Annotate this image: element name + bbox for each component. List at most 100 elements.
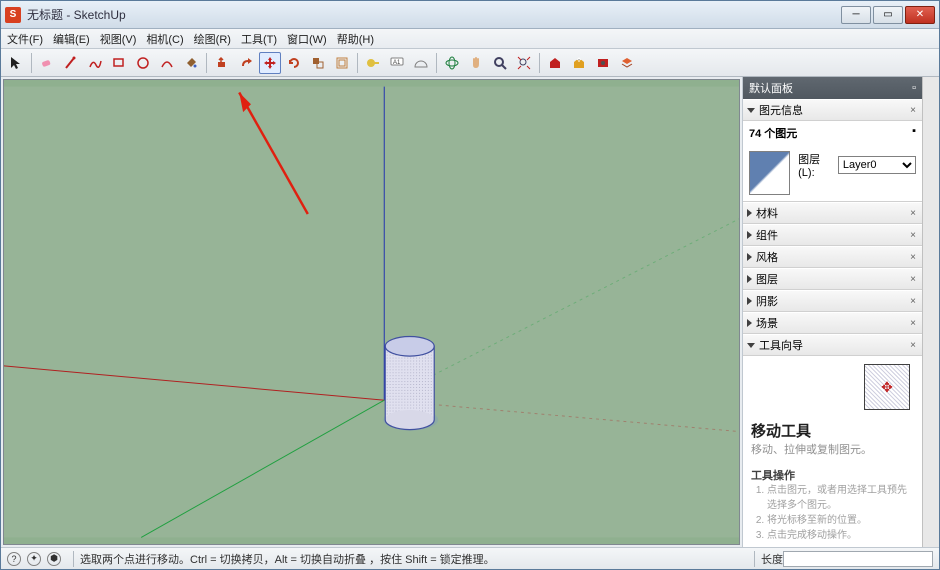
instructor-label: 工具向导 — [759, 337, 803, 353]
warehouse-tool[interactable] — [544, 52, 566, 74]
viewport-canvas — [4, 80, 739, 544]
zoom-tool[interactable] — [489, 52, 511, 74]
toolbar-separator — [436, 53, 437, 73]
section-close-icon[interactable]: × — [908, 318, 918, 329]
tray-title-text: 默认面板 — [749, 80, 793, 96]
select-tool[interactable] — [5, 52, 27, 74]
status-right: 长度 — [748, 551, 933, 567]
scale-tool[interactable] — [307, 52, 329, 74]
instructor-thumbnail — [864, 364, 910, 410]
scenes-header[interactable]: 图层 × — [743, 268, 922, 290]
status-user-icon[interactable]: ✦ — [27, 552, 41, 566]
menubar: 文件(F) 编辑(E) 视图(V) 相机(C) 绘图(R) 工具(T) 窗口(W… — [1, 29, 939, 49]
ext-warehouse-tool[interactable] — [592, 52, 614, 74]
tray-title[interactable]: 默认面板 ▫ — [743, 77, 922, 99]
maximize-button[interactable]: ▭ — [873, 6, 903, 24]
menu-tools[interactable]: 工具(T) — [241, 31, 277, 47]
line-tool[interactable] — [60, 52, 82, 74]
toolbar-separator — [31, 53, 32, 73]
section-close-icon[interactable]: × — [908, 252, 918, 263]
instructor-op: 点击图元，或者用选择工具预先选择多个图元。 — [767, 483, 914, 513]
app-icon: S — [5, 7, 21, 23]
circle-tool[interactable] — [132, 52, 154, 74]
materials-header[interactable]: 材料× — [743, 202, 922, 224]
fog-header[interactable]: 场景 × — [743, 312, 922, 334]
toolbar-separator — [206, 53, 207, 73]
styles-header[interactable]: 风格 × — [743, 246, 922, 268]
section-close-icon[interactable]: × — [908, 340, 918, 351]
menu-view[interactable]: 视图(V) — [100, 31, 137, 47]
components-header[interactable]: 组件 × — [743, 224, 922, 246]
scenes-label: 图层 — [756, 271, 778, 287]
section-close-icon[interactable]: × — [908, 208, 918, 219]
instructor-panel: 移动工具 移动、拉伸或复制图元。 工具操作 点击图元，或者用选择工具预先选择多个… — [743, 356, 922, 547]
share-tool[interactable] — [568, 52, 590, 74]
eraser-tool[interactable] — [36, 52, 58, 74]
instructor-header[interactable]: 工具向导 × — [743, 334, 922, 356]
followme-tool[interactable] — [235, 52, 257, 74]
orbit-tool[interactable] — [441, 52, 463, 74]
freehand-tool[interactable] — [84, 52, 106, 74]
shadows-header[interactable]: 阴影 × — [743, 290, 922, 312]
fog-label: 场景 — [756, 315, 778, 331]
section-close-icon[interactable]: × — [908, 230, 918, 241]
move-tool[interactable] — [259, 52, 281, 74]
protractor-tool[interactable] — [410, 52, 432, 74]
section-close-icon[interactable]: × — [908, 296, 918, 307]
arc-tool[interactable] — [156, 52, 178, 74]
material-swatch[interactable] — [749, 151, 790, 195]
entity-menu-icon[interactable]: ▪ — [912, 125, 916, 141]
status-separator — [754, 551, 755, 567]
tape-tool[interactable] — [362, 52, 384, 74]
entity-info-header[interactable]: 图元信息 × — [743, 99, 922, 121]
rotate-tool[interactable] — [283, 52, 305, 74]
layer-select[interactable]: Layer0 — [838, 156, 916, 174]
zoom-extents-tool[interactable] — [513, 52, 535, 74]
collapse-icon — [747, 343, 755, 348]
menu-draw[interactable]: 绘图(R) — [194, 31, 231, 47]
close-button[interactable]: ✕ — [905, 6, 935, 24]
default-tray: 默认面板 ▫ 图元信息 × 74 个图元 ▪ 图层(L): — [742, 77, 922, 547]
instructor-op: 将光标移至新的位置。 — [767, 513, 914, 528]
vertical-scrollbar[interactable] — [922, 77, 939, 547]
menu-help[interactable]: 帮助(H) — [337, 31, 374, 47]
styles-label: 风格 — [756, 249, 778, 265]
offset-tool[interactable] — [331, 52, 353, 74]
menu-camera[interactable]: 相机(C) — [146, 31, 183, 47]
entity-info-label: 图元信息 — [759, 102, 803, 118]
content-area: 默认面板 ▫ 图元信息 × 74 个图元 ▪ 图层(L): — [1, 77, 939, 547]
status-geo-icon[interactable]: ⬢ — [47, 552, 61, 566]
section-close-icon[interactable]: × — [908, 274, 918, 285]
menu-file[interactable]: 文件(F) — [7, 31, 43, 47]
menu-edit[interactable]: 编辑(E) — [53, 31, 90, 47]
text-tool[interactable]: A1 — [386, 52, 408, 74]
viewport-3d[interactable] — [3, 79, 740, 545]
instructor-tool-name: 移动工具 — [751, 420, 914, 441]
components-label: 组件 — [756, 227, 778, 243]
toolbar: A1 — [1, 49, 939, 77]
entity-details: 图层(L): Layer0 — [743, 145, 922, 201]
rectangle-tool[interactable] — [108, 52, 130, 74]
instructor-ops-heading: 工具操作 — [751, 467, 914, 483]
toolbar-separator — [539, 53, 540, 73]
expand-icon — [747, 275, 752, 283]
titlebar: S 无标题 - SketchUp ─ ▭ ✕ — [1, 1, 939, 29]
window-title: 无标题 - SketchUp — [27, 6, 839, 23]
entity-info-section: 图元信息 × 74 个图元 ▪ 图层(L): Layer0 — [743, 99, 922, 202]
length-label: 长度 — [761, 551, 783, 567]
layers-tool[interactable] — [616, 52, 638, 74]
paintbucket-tool[interactable] — [180, 52, 202, 74]
tray-pin-icon[interactable]: ▫ — [912, 82, 916, 94]
section-close-icon[interactable]: × — [908, 105, 918, 116]
minimize-button[interactable]: ─ — [841, 6, 871, 24]
shadows-label: 阴影 — [756, 293, 778, 309]
window-buttons: ─ ▭ ✕ — [839, 6, 935, 24]
pushpull-tool[interactable] — [211, 52, 233, 74]
svg-text:A1: A1 — [393, 60, 401, 66]
length-input[interactable] — [783, 551, 933, 567]
pan-tool[interactable] — [465, 52, 487, 74]
instructor-ops-list: 点击图元，或者用选择工具预先选择多个图元。 将光标移至新的位置。 点击完成移动操… — [751, 483, 914, 543]
cylinder-object — [383, 337, 438, 431]
menu-window[interactable]: 窗口(W) — [287, 31, 327, 47]
status-help-icon[interactable]: ? — [7, 552, 21, 566]
